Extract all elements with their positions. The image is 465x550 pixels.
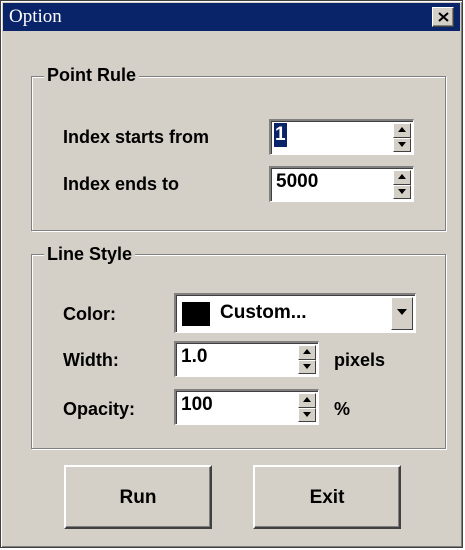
point-rule-legend: Point Rule	[44, 65, 139, 85]
opacity-spin	[298, 393, 316, 422]
arrow-down-icon	[398, 141, 406, 147]
color-swatch	[182, 302, 210, 326]
exit-button[interactable]: Exit	[253, 465, 401, 529]
arrow-up-icon	[398, 127, 406, 132]
arrow-up-icon	[303, 349, 311, 354]
run-button-label: Run	[119, 487, 157, 508]
close-icon	[438, 12, 449, 22]
opacity-decrement-button[interactable]	[298, 407, 316, 422]
width-increment-button[interactable]	[298, 345, 316, 360]
close-button[interactable]	[432, 7, 454, 27]
color-dropdown-button[interactable]	[391, 297, 413, 330]
width-unit: pixels	[334, 350, 386, 370]
index-start-increment-button[interactable]	[393, 123, 411, 138]
line-style-legend: Line Style	[44, 244, 136, 264]
option-dialog: Option Point Rule Index starts from 1 In…	[0, 0, 463, 548]
index-end-label: Index ends to	[63, 174, 180, 194]
width-stepper[interactable]: 1.0	[174, 341, 319, 377]
index-end-spin	[393, 170, 411, 199]
opacity-input[interactable]: 100	[181, 393, 213, 417]
opacity-stepper[interactable]: 100	[174, 389, 319, 425]
index-start-spin	[393, 123, 411, 152]
arrow-down-icon	[303, 363, 311, 369]
arrow-up-icon	[398, 174, 406, 179]
window-title: Option	[9, 6, 62, 27]
opacity-increment-button[interactable]	[298, 393, 316, 408]
arrow-down-icon	[303, 411, 311, 417]
index-start-label: Index starts from	[63, 127, 210, 147]
index-end-stepper[interactable]: 5000	[269, 166, 414, 202]
color-label: Color:	[63, 304, 116, 324]
run-button[interactable]: Run	[64, 465, 212, 529]
width-label: Width:	[63, 350, 119, 370]
index-end-decrement-button[interactable]	[393, 184, 411, 199]
color-dropdown[interactable]: Custom...	[174, 293, 416, 333]
width-input[interactable]: 1.0	[181, 345, 207, 369]
index-end-increment-button[interactable]	[393, 170, 411, 185]
exit-button-label: Exit	[309, 487, 345, 508]
index-start-stepper[interactable]: 1	[269, 119, 414, 155]
index-end-input[interactable]: 5000	[276, 170, 318, 194]
index-start-input[interactable]: 1	[274, 123, 287, 147]
width-decrement-button[interactable]	[298, 359, 316, 374]
opacity-unit: %	[334, 399, 351, 419]
index-start-decrement-button[interactable]	[393, 137, 411, 152]
opacity-label: Opacity:	[63, 399, 136, 419]
chevron-down-icon	[397, 309, 407, 315]
arrow-down-icon	[398, 188, 406, 194]
color-value: Custom...	[220, 302, 307, 323]
title-bar: Option	[3, 3, 460, 31]
width-spin	[298, 345, 316, 374]
arrow-up-icon	[303, 397, 311, 402]
